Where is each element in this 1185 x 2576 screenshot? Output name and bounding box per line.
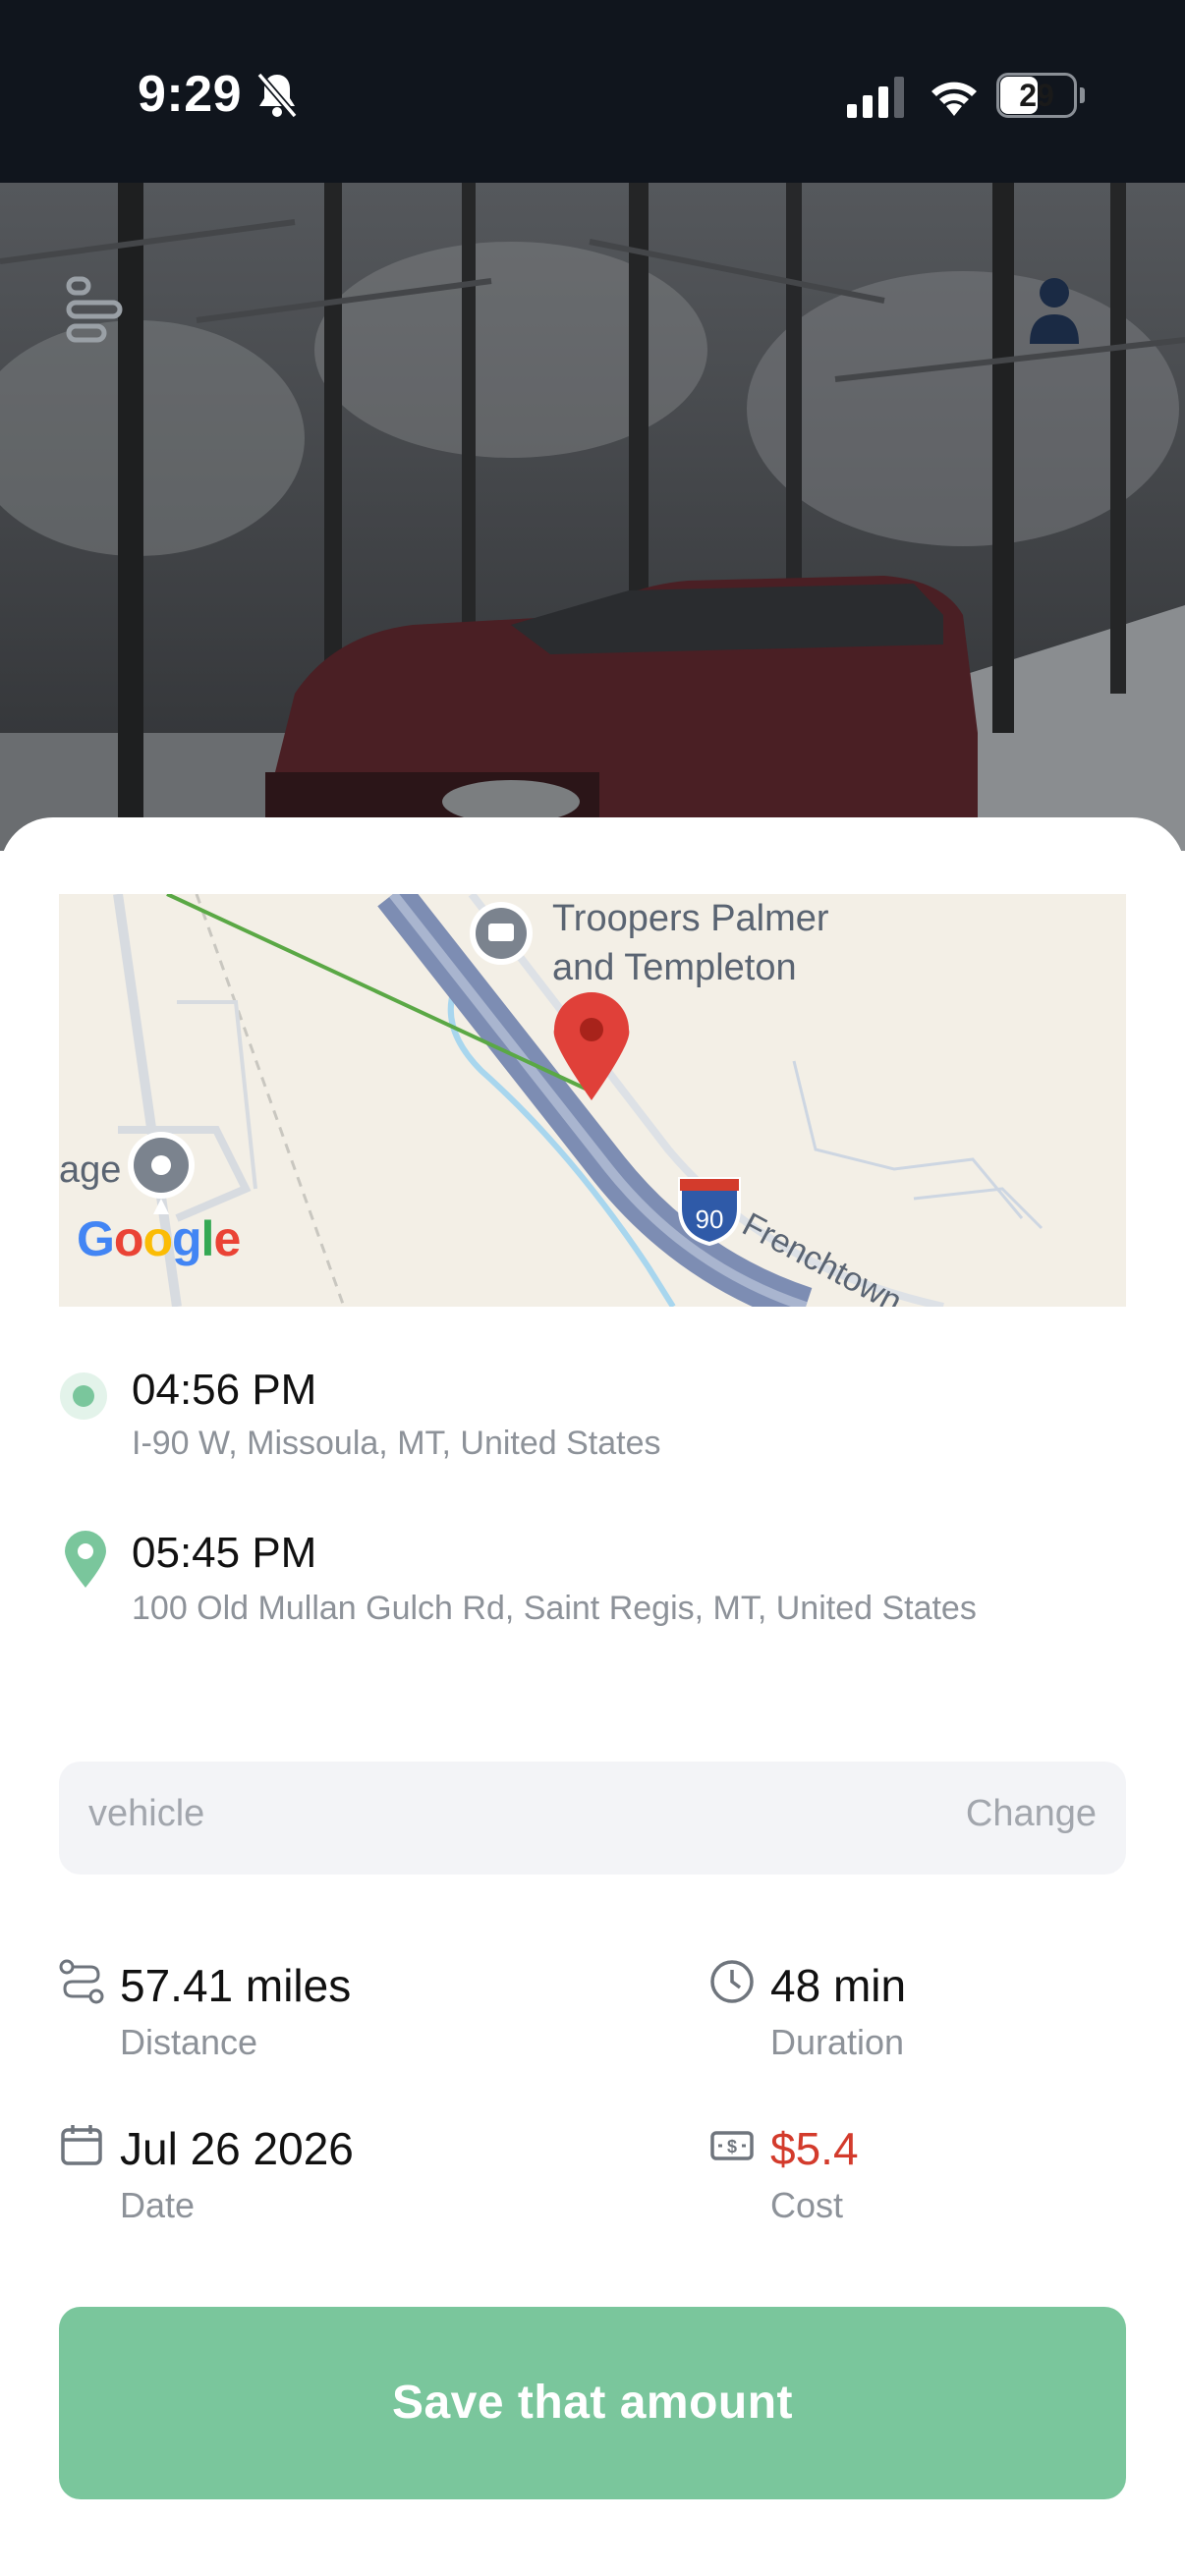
cost-label: Cost — [770, 2185, 844, 2225]
route-icon — [59, 1959, 104, 2004]
status-bar: 9:29 29 — [0, 0, 1185, 183]
date-value: Jul 26 2026 — [120, 2123, 354, 2174]
duration-value: 48 min — [770, 1960, 907, 2011]
map-place-label: age — [59, 1149, 122, 1191]
duration-label: Duration — [770, 2022, 905, 2062]
wifi-icon — [931, 82, 977, 116]
save-amount-button[interactable]: Save that amount — [59, 2307, 1126, 2499]
svg-text:$: $ — [727, 2137, 737, 2156]
map-poi-label: Troopers Palmer and Templeton — [552, 898, 829, 988]
vehicle-placeholder: vehicle — [88, 1793, 205, 1834]
vehicle-hero-image — [0, 183, 1185, 851]
start-address: I-90 W, Missoula, MT, United States — [132, 1425, 661, 1462]
clock-icon — [710, 1960, 754, 2003]
trip-map[interactable]: 90 Troopers Palmer and Templeton age Fre… — [59, 894, 1126, 1307]
battery-indicator: 29 — [996, 73, 1085, 118]
vehicle-selector[interactable]: vehicle Change — [59, 1762, 1126, 1875]
end-address: 100 Old Mullan Gulch Rd, Saint Regis, MT… — [132, 1590, 977, 1627]
money-icon: $ — [710, 2131, 754, 2160]
end-time: 05:45 PM — [132, 1529, 317, 1577]
end-location-pin-icon — [65, 1531, 106, 1588]
calendar-icon — [61, 2125, 102, 2165]
status-time: 9:29 — [138, 66, 243, 123]
change-vehicle-button[interactable]: Change — [966, 1793, 1097, 1835]
user-icon[interactable] — [1022, 271, 1087, 350]
battery-level: 29 — [1019, 78, 1054, 113]
menu-lines-icon[interactable] — [63, 271, 128, 350]
snowy-forest-scene — [0, 183, 1185, 851]
battery-tip — [1080, 87, 1085, 103]
cell-signal-icon — [847, 77, 904, 118]
distance-label: Distance — [120, 2022, 258, 2062]
date-label: Date — [120, 2185, 196, 2225]
start-time: 04:56 PM — [132, 1366, 317, 1414]
start-point-icon — [60, 1372, 107, 1420]
google-logo: Google — [77, 1211, 241, 1266]
highway-shield-number: 90 — [696, 1204, 724, 1234]
distance-value: 57.41 miles — [120, 1960, 352, 2011]
cost-value: $5.4 — [770, 2123, 859, 2174]
bell-muted-icon — [256, 72, 298, 119]
